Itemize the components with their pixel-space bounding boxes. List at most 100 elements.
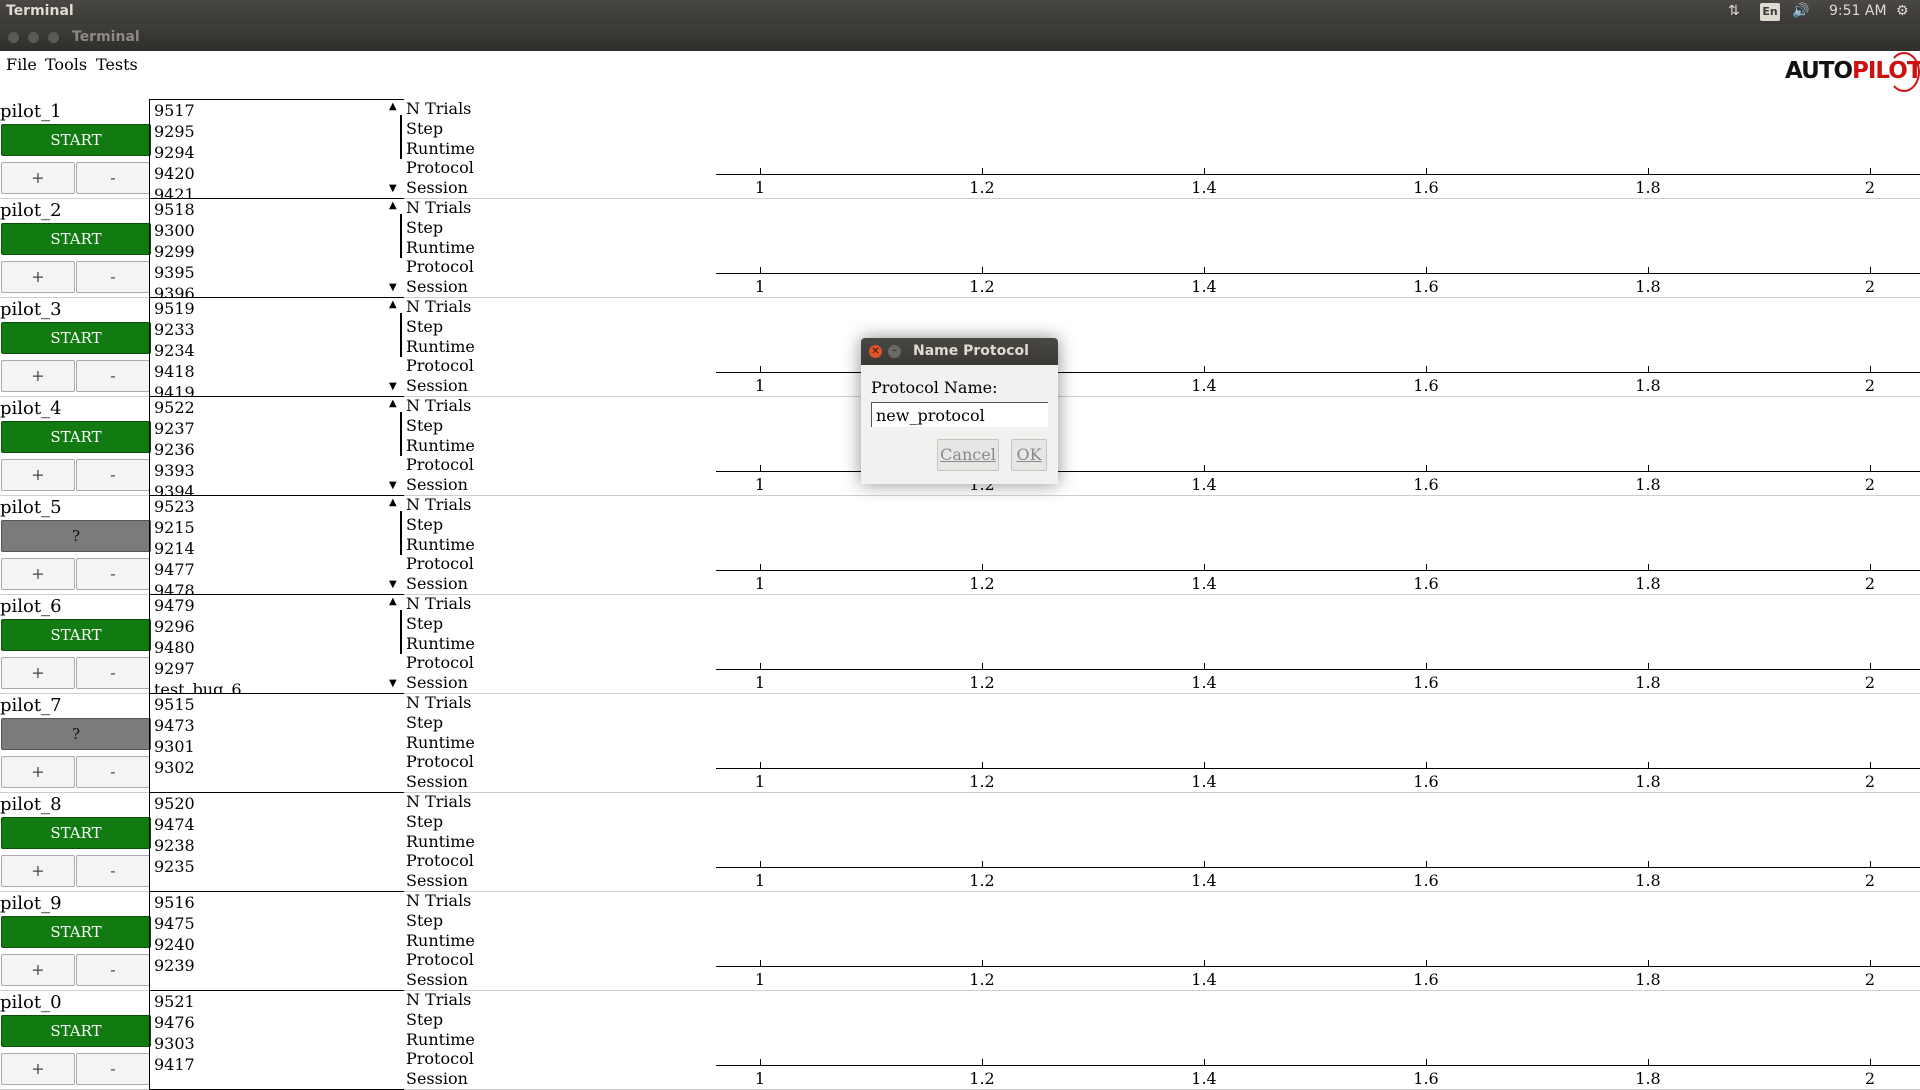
list-item[interactable]: 9477 — [150, 559, 404, 580]
list-item[interactable]: 9396 — [150, 283, 404, 297]
menu-tests[interactable]: Tests — [96, 55, 138, 74]
cancel-button[interactable]: Cancel — [937, 439, 999, 471]
subject-list[interactable]: 9522 9237 9236 9393 9394 — [149, 396, 404, 496]
scroll-up-icon[interactable]: ▲ — [389, 101, 397, 112]
start-button[interactable]: START — [1, 322, 151, 354]
settings-gear-icon[interactable]: ⚙ — [1896, 3, 1909, 19]
add-button[interactable]: + — [1, 360, 75, 392]
keyboard-language-indicator[interactable]: En — [1760, 3, 1780, 21]
list-item[interactable]: 9521 — [150, 991, 404, 1012]
list-item[interactable]: 9418 — [150, 361, 404, 382]
subject-list[interactable]: 9519 9233 9234 9418 9419 — [149, 297, 404, 397]
list-item[interactable]: 9419 — [150, 382, 404, 396]
scroll-down-icon[interactable]: ▼ — [389, 480, 397, 491]
list-item[interactable]: 9300 — [150, 220, 404, 241]
list-item[interactable]: 9474 — [150, 814, 404, 835]
scrollbar-thumb[interactable] — [400, 412, 402, 456]
clock[interactable]: 9:51 AM — [1829, 3, 1887, 19]
remove-button[interactable]: - — [76, 162, 150, 194]
scroll-down-icon[interactable]: ▼ — [389, 678, 397, 689]
add-button[interactable]: + — [1, 261, 75, 293]
list-item[interactable]: test_bug_6 — [150, 679, 404, 693]
remove-button[interactable]: - — [76, 558, 150, 590]
add-button[interactable]: + — [1, 558, 75, 590]
minimize-window-icon[interactable] — [28, 32, 39, 43]
scrollbar-thumb[interactable] — [400, 214, 402, 258]
list-item[interactable]: 9214 — [150, 538, 404, 559]
list-item[interactable]: 9237 — [150, 418, 404, 439]
list-item[interactable]: 9473 — [150, 715, 404, 736]
add-button[interactable]: + — [1, 162, 75, 194]
remove-button[interactable]: - — [76, 855, 150, 887]
start-button[interactable]: START — [1, 619, 151, 651]
list-item[interactable]: 9395 — [150, 262, 404, 283]
add-button[interactable]: + — [1, 954, 75, 986]
list-item[interactable]: 9523 — [150, 496, 404, 517]
scrollbar-thumb[interactable] — [400, 610, 402, 654]
start-button[interactable]: START — [1, 223, 151, 255]
maximize-window-icon[interactable] — [48, 32, 59, 43]
list-item[interactable]: 9519 — [150, 298, 404, 319]
subject-list[interactable]: 9479 9296 9480 9297 test_bug_6 — [149, 594, 404, 694]
remove-button[interactable]: - — [76, 954, 150, 986]
start-button[interactable]: START — [1, 421, 151, 453]
list-item[interactable]: 9235 — [150, 856, 404, 877]
list-item[interactable]: 9479 — [150, 595, 404, 616]
list-item[interactable]: 9299 — [150, 241, 404, 262]
start-button[interactable]: ? — [1, 520, 151, 552]
dialog-close-icon[interactable]: ✕ — [869, 345, 882, 358]
start-button[interactable]: START — [1, 817, 151, 849]
remove-button[interactable]: - — [76, 1053, 150, 1085]
list-scrollbar[interactable]: ▲ ▼ — [387, 497, 403, 591]
list-item[interactable]: 9301 — [150, 736, 404, 757]
subject-list[interactable]: 9516 9475 9240 9239 — [149, 891, 404, 991]
list-item[interactable]: 9421 — [150, 184, 404, 198]
list-scrollbar[interactable]: ▲ ▼ — [387, 398, 403, 492]
list-scrollbar[interactable]: ▲ ▼ — [387, 200, 403, 294]
subject-list[interactable]: 9518 9300 9299 9395 9396 — [149, 198, 404, 298]
scroll-up-icon[interactable]: ▲ — [389, 497, 397, 508]
list-item[interactable]: 9417 — [150, 1054, 404, 1075]
close-window-icon[interactable] — [8, 32, 19, 43]
menu-tools[interactable]: Tools — [45, 55, 87, 74]
add-button[interactable]: + — [1, 459, 75, 491]
scrollbar-thumb[interactable] — [400, 313, 402, 357]
subject-list[interactable]: 9520 9474 9238 9235 — [149, 792, 404, 892]
scroll-up-icon[interactable]: ▲ — [389, 299, 397, 310]
remove-button[interactable]: - — [76, 756, 150, 788]
list-item[interactable]: 9480 — [150, 637, 404, 658]
list-scrollbar[interactable]: ▲ ▼ — [387, 596, 403, 690]
remove-button[interactable]: - — [76, 459, 150, 491]
list-item[interactable]: 9296 — [150, 616, 404, 637]
subject-list[interactable]: 9521 9476 9303 9417 — [149, 990, 404, 1090]
list-item[interactable]: 9476 — [150, 1012, 404, 1033]
remove-button[interactable]: - — [76, 657, 150, 689]
list-item[interactable]: 9478 — [150, 580, 404, 594]
start-button[interactable]: ? — [1, 718, 151, 750]
list-item[interactable]: 9234 — [150, 340, 404, 361]
protocol-name-input[interactable]: new_protocol — [871, 402, 1048, 427]
start-button[interactable]: START — [1, 124, 151, 156]
list-item[interactable]: 9522 — [150, 397, 404, 418]
add-button[interactable]: + — [1, 855, 75, 887]
scroll-up-icon[interactable]: ▲ — [389, 200, 397, 211]
scroll-up-icon[interactable]: ▲ — [389, 398, 397, 409]
start-button[interactable]: START — [1, 1015, 151, 1047]
scroll-down-icon[interactable]: ▼ — [389, 183, 397, 194]
list-item[interactable]: 9394 — [150, 481, 404, 495]
remove-button[interactable]: - — [76, 261, 150, 293]
list-item[interactable]: 9516 — [150, 892, 404, 913]
list-item[interactable]: 9393 — [150, 460, 404, 481]
start-button[interactable]: START — [1, 916, 151, 948]
list-item[interactable]: 9515 — [150, 694, 404, 715]
network-icon[interactable]: ⇅ — [1728, 3, 1740, 19]
add-button[interactable]: + — [1, 756, 75, 788]
list-item[interactable]: 9517 — [150, 100, 404, 121]
list-item[interactable]: 9303 — [150, 1033, 404, 1054]
list-item[interactable]: 9294 — [150, 142, 404, 163]
scroll-down-icon[interactable]: ▼ — [389, 282, 397, 293]
list-item[interactable]: 9215 — [150, 517, 404, 538]
list-item[interactable]: 9236 — [150, 439, 404, 460]
remove-button[interactable]: - — [76, 360, 150, 392]
list-item[interactable]: 9233 — [150, 319, 404, 340]
